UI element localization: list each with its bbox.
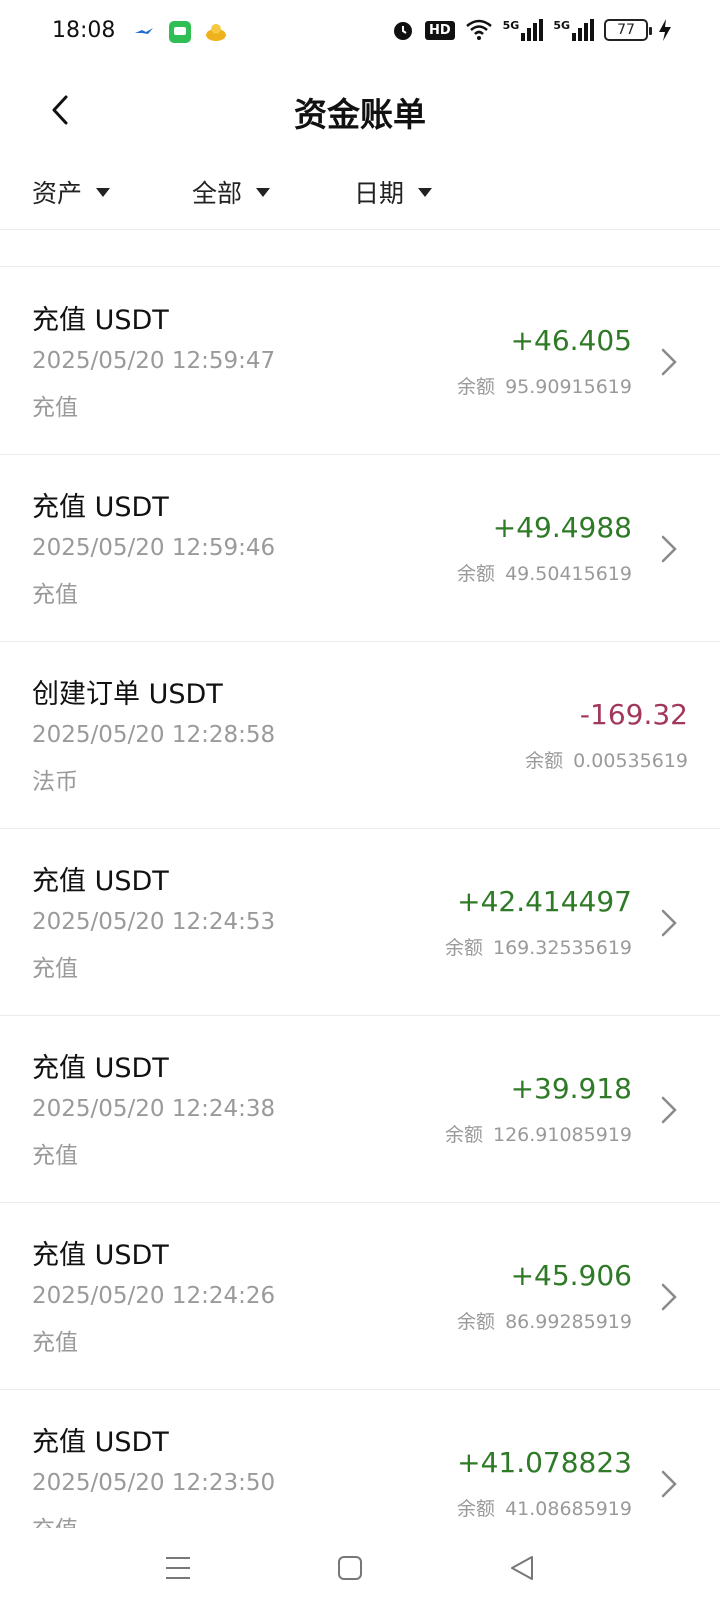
dropdown-triangle-icon: [256, 187, 271, 197]
bird-app-icon: [135, 28, 153, 34]
balance-value: 41.08685919: [505, 1498, 632, 1520]
system-nav-bar: [0, 1528, 720, 1612]
filter-bar: 资产 全部 日期: [0, 160, 720, 230]
balance-label: 余额: [444, 1124, 483, 1146]
chevron-right-icon: [661, 1470, 677, 1498]
chevron-right-icon: [661, 348, 677, 376]
filter-asset[interactable]: 资产: [32, 174, 111, 210]
balance-label: 余额: [457, 376, 496, 398]
record-title: 充值 USDT: [32, 305, 169, 336]
record-time: 2025/05/20 12:28:58: [32, 722, 276, 748]
alarm-icon: [393, 22, 412, 40]
record-amount: +42.414497: [457, 885, 632, 918]
chevron-right-icon: [661, 535, 677, 563]
record-amount: +45.906: [510, 1259, 632, 1292]
balance-value: 169.32535619: [492, 937, 632, 959]
battery-icon: 77: [604, 19, 652, 41]
record-amount: +41.078823: [457, 1446, 632, 1479]
record-title: 充值 USDT: [32, 1240, 169, 1271]
balance-label: 余额: [457, 1498, 496, 1520]
chevron-right-icon: [661, 1283, 677, 1311]
record-title: 充值 USDT: [32, 1053, 169, 1084]
balance-value: 49.50415619: [505, 563, 632, 585]
filter-label: 日期: [354, 179, 405, 208]
record-balance: 余额 126.91085919: [445, 1120, 632, 1147]
record-title: 充值 USDT: [32, 866, 169, 897]
record-title: 充值 USDT: [32, 1427, 169, 1458]
record-time: 2025/05/20 12:23:50: [32, 1470, 276, 1496]
signal-1-icon: 5G: [503, 19, 544, 41]
record-amount: +39.918: [510, 1072, 632, 1105]
list-item[interactable]: 充值 USDT 2025/05/20 12:24:53 充值 +42.41449…: [0, 829, 720, 1016]
balance-label: 余额: [457, 563, 496, 585]
record-balance: 余额 86.99285919: [457, 1307, 632, 1334]
balance-label: 余额: [457, 1311, 496, 1333]
record-type: 充值: [32, 956, 78, 982]
dropdown-triangle-icon: [418, 187, 433, 197]
record-type: 充值: [32, 395, 78, 421]
record-balance: 余额 41.08685919: [457, 1494, 632, 1521]
filter-label: 全部: [192, 179, 243, 208]
recents-button[interactable]: [158, 1548, 198, 1588]
status-time: 18:08: [52, 18, 116, 43]
record-amount: +49.4988: [492, 511, 632, 544]
home-square-icon: [338, 1556, 362, 1580]
balance-value: 95.90915619: [505, 376, 632, 398]
record-title: 充值 USDT: [32, 492, 169, 523]
list-item[interactable]: 充值 USDT 2025/05/20 12:24:26 充值 +45.906 余…: [0, 1203, 720, 1390]
system-back-button[interactable]: [502, 1548, 542, 1588]
record-time: 2025/05/20 12:24:53: [32, 909, 276, 935]
filter-date[interactable]: 日期: [354, 174, 433, 210]
record-time: 2025/05/20 12:24:26: [32, 1283, 276, 1309]
wifi-icon: [465, 19, 492, 40]
record-type: 充值: [32, 1510, 78, 1528]
record-time: 2025/05/20 12:59:47: [32, 348, 276, 374]
list-item[interactable]: 充值 USDT 2025/05/20 12:59:47 充值 +46.405 余…: [0, 268, 720, 455]
record-balance: 余额 95.90915619: [457, 372, 632, 399]
dropdown-triangle-icon: [96, 187, 111, 197]
header: 资金账单: [0, 66, 720, 154]
bill-list[interactable]: 充值 USDT 2025/05/20 12:59:47 充值 +46.405 余…: [0, 268, 720, 1528]
charging-icon: [659, 19, 671, 41]
record-time: 2025/05/20 12:59:46: [32, 535, 276, 561]
record-balance: 余额 49.50415619: [457, 559, 632, 586]
signal-2-icon: 5G: [553, 19, 594, 41]
balance-value: 0.00535619: [573, 750, 688, 772]
filter-type[interactable]: 全部: [192, 174, 271, 210]
record-title: 创建订单 USDT: [32, 679, 223, 710]
list-item[interactable]: 创建订单 USDT 2025/05/20 12:28:58 法币 -169.32…: [0, 642, 720, 829]
yellow-app-icon: [206, 24, 226, 41]
chevron-right-icon: [661, 1096, 677, 1124]
record-balance: 余额 0.00535619: [525, 746, 688, 773]
record-time: 2025/05/20 12:24:38: [32, 1096, 276, 1122]
filter-label: 资产: [32, 179, 83, 208]
status-system-icons: HD 5G 5G 77: [391, 18, 672, 42]
back-triangle-icon: [511, 1556, 533, 1580]
list-item[interactable]: 充值 USDT 2025/05/20 12:24:38 充值 +39.918 余…: [0, 1016, 720, 1203]
record-balance: 余额 169.32535619: [445, 933, 632, 960]
balance-value: 86.99285919: [505, 1311, 632, 1333]
record-type: 充值: [32, 582, 78, 608]
record-amount: +46.405: [510, 324, 632, 357]
list-item[interactable]: 充值 USDT 2025/05/20 12:59:46 充值 +49.4988 …: [0, 455, 720, 642]
balance-label: 余额: [444, 937, 483, 959]
record-type: 充值: [32, 1143, 78, 1169]
hd-icon: HD: [424, 20, 455, 40]
message-app-icon: [169, 21, 191, 43]
page-title: 资金账单: [294, 95, 426, 134]
balance-value: 126.91085919: [492, 1124, 632, 1146]
home-button[interactable]: [330, 1548, 370, 1588]
balance-label: 余额: [525, 750, 564, 772]
status-notification-icons: [132, 20, 228, 44]
record-type: 充值: [32, 1330, 78, 1356]
record-type: 法币: [32, 769, 78, 795]
record-amount: -169.32: [579, 698, 688, 731]
menu-icon: [166, 1557, 190, 1579]
list-top-divider: [0, 230, 720, 267]
list-item[interactable]: 充值 USDT 2025/05/20 12:23:50 充值 +41.07882…: [0, 1390, 720, 1528]
chevron-right-icon: [661, 909, 677, 937]
status-bar: 18:08 HD 5G 5G 77: [0, 0, 720, 66]
